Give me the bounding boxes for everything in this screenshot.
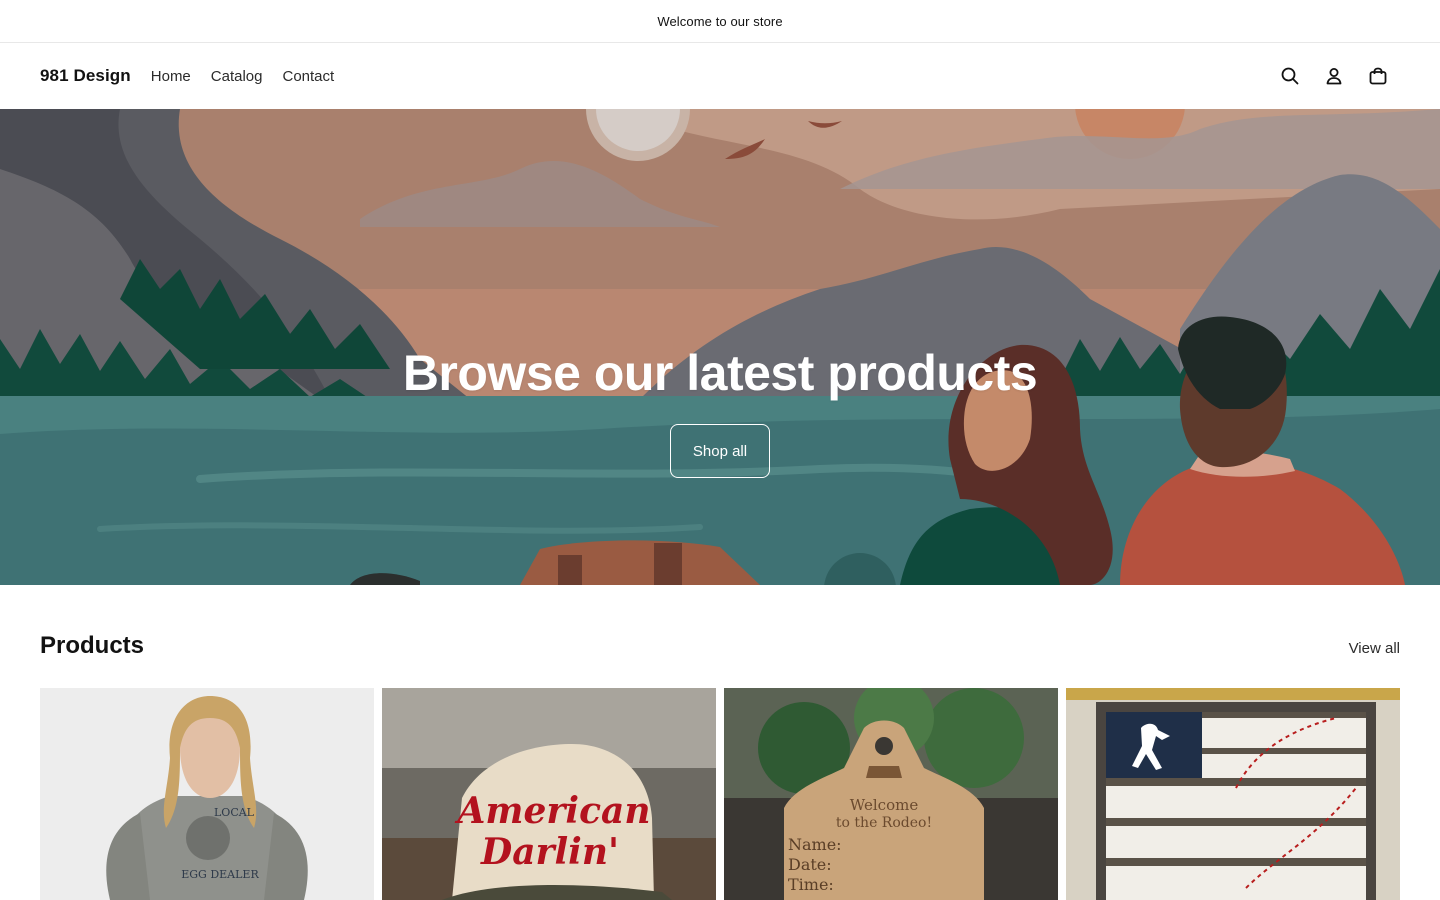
product-grid: LOCAL EGG DEALER American Darlin' Welcom… [40, 688, 1400, 900]
main-nav: Home Catalog Contact [151, 68, 344, 85]
rodeo-text-welcome: Welcome [850, 796, 919, 814]
product-card[interactable]: LOCAL EGG DEALER [40, 688, 374, 900]
account-button[interactable] [1312, 54, 1356, 98]
nav-catalog[interactable]: Catalog [201, 68, 273, 85]
products-title: Products [40, 632, 145, 659]
hat-text-american: American [455, 790, 651, 832]
product-image-hat: American Darlin' [382, 688, 716, 900]
nav-home[interactable]: Home [151, 68, 201, 85]
rodeo-text-time: Time: [788, 875, 834, 894]
product-image-baseball-shelf [1066, 688, 1400, 900]
search-button[interactable] [1268, 54, 1312, 98]
hat-text-darlin: Darlin' [480, 831, 619, 873]
rodeo-text-name: Name: [788, 835, 842, 854]
announcement-bar: Welcome to our store [0, 0, 1440, 43]
products-header: Products View all [40, 626, 1400, 666]
announcement-text: Welcome to our store [657, 13, 783, 29]
nav-contact[interactable]: Contact [272, 68, 344, 85]
cart-button[interactable] [1356, 54, 1400, 98]
rodeo-text-subtitle: to the Rodeo! [836, 815, 932, 831]
product-card[interactable]: Welcome to the Rodeo! Name: Date: Time: [724, 688, 1058, 900]
view-all-link[interactable]: View all [1349, 640, 1400, 657]
header-icons [1268, 54, 1400, 98]
product-image-rodeo-sign: Welcome to the Rodeo! Name: Date: Time: [724, 688, 1058, 900]
store-logo[interactable]: 981 Design [40, 66, 131, 86]
site-header: 981 Design Home Catalog Contact [0, 43, 1440, 109]
cart-icon [1369, 67, 1387, 85]
shop-all-button[interactable]: Shop all [670, 424, 770, 478]
hero-title: Browse our latest products [402, 345, 1038, 401]
sweatshirt-text-local: LOCAL [214, 806, 255, 819]
product-image-sweatshirt: LOCAL EGG DEALER [40, 688, 374, 900]
rodeo-text-date: Date: [788, 855, 832, 874]
account-icon [1326, 68, 1342, 85]
sweatshirt-text-egg: EGG DEALER [181, 868, 259, 881]
search-icon [1281, 67, 1299, 85]
hero-content: Browse our latest products Shop all [0, 109, 1440, 585]
hero-banner: Browse our latest products Shop all [0, 109, 1440, 585]
product-card[interactable] [1066, 688, 1400, 900]
product-card[interactable]: American Darlin' [382, 688, 716, 900]
